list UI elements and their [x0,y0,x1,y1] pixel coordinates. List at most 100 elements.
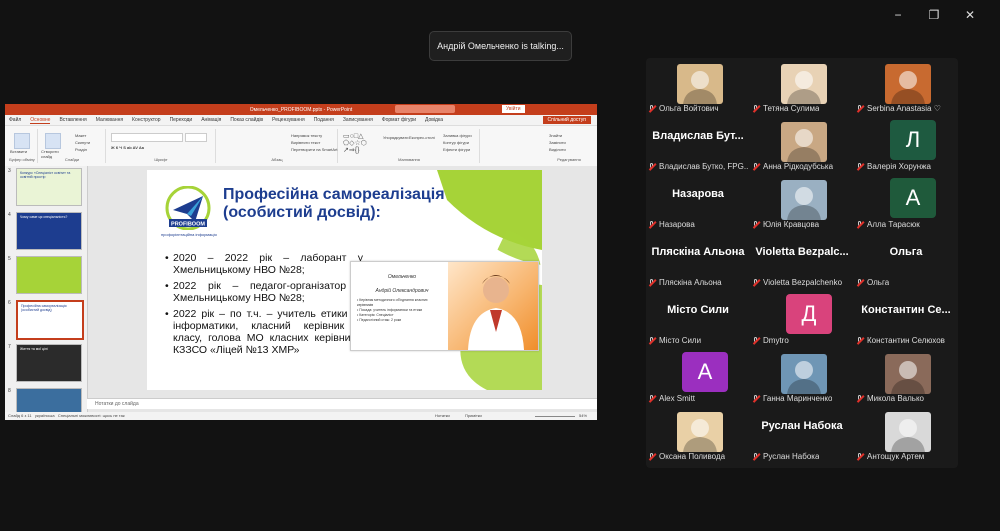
tab-item[interactable]: Переходи [170,117,193,123]
slide-thumbnail[interactable] [16,256,82,294]
participant-name: Антощук Артем [867,452,925,461]
participant-tile[interactable]: Л Валерія Хорунжа [854,116,958,174]
participant-tile[interactable]: Константин Се... Константин Селюхов [854,290,958,348]
participant-tile[interactable]: Serbina Anastasia ♡ [854,58,958,116]
signin-button[interactable]: Увійти [502,105,525,113]
current-slide[interactable]: PROFIBOOM профорієнтаційна інформація Пр… [147,170,542,390]
notes-pane[interactable]: Нотатки до слайда [87,398,597,409]
participant-name-label: Константин Селюхов [856,336,945,345]
slide-thumbnail[interactable]: Чому саме ця спеціальність? [16,212,82,250]
window-controls: − ❐ ✕ [880,6,988,24]
thumbnail-number: 6 [8,300,11,306]
tab-item[interactable]: Довідка [425,117,443,123]
participant-video [677,412,723,452]
editing-label: Редагування [557,157,581,162]
participant-name-label: Руслан Набока [752,452,819,461]
participant-video [885,354,931,394]
participant-tile[interactable]: Назарова Назарова [646,174,750,232]
tab-item[interactable]: Анімація [201,117,221,123]
paste-icon[interactable] [14,133,30,149]
participant-tile[interactable]: Пляскіна Альона Пляскіна Альона [646,232,750,290]
participant-avatar: А [890,178,936,218]
font-family-select[interactable] [111,133,183,142]
arrange-button[interactable]: Упорядкувати [383,135,409,140]
tab-item[interactable]: Рецензування [272,117,305,123]
zoom-level[interactable]: 54% [579,412,587,420]
shapes-gallery[interactable]: ▭○□△ ⬠◇☆⬡ ↗⇒{} [343,133,379,155]
tab-item[interactable]: Конструктор [132,117,161,123]
participant-name-label: Violetta Bezpalchenko [752,278,842,287]
tab-item[interactable]: Файл [9,117,21,123]
participant-tile[interactable]: А Алла Тарасюк [854,174,958,232]
language-indicator[interactable]: українська [35,413,55,418]
section-button[interactable]: Розділ [75,147,87,152]
talking-indicator: Андрій Омельченко is talking... [429,31,572,61]
select-button[interactable]: Виділити [549,147,566,152]
participant-tile[interactable]: А Alex Smitt [646,348,750,406]
tab-item[interactable]: Вставлення [59,117,86,123]
smartart-button[interactable]: Перетворити на SmartArt [291,147,338,152]
shape-effects-button[interactable]: Ефекти фігури [443,147,470,152]
bullet-item: 2022 рік – по т.ч. – учитель етики та ін… [165,308,363,356]
slide-thumbnail[interactable]: Життя та мої цілі [16,344,82,382]
participant-tile[interactable]: Юлія Кравцова [750,174,854,232]
participant-tile[interactable]: Анна Рідкодубська [750,116,854,174]
participant-name: Анна Рідкодубська [763,162,834,171]
participant-tile[interactable]: Ганна Маринченко [750,348,854,406]
logo-caption: профорієнтаційна інформація [161,232,217,237]
zoom-slider[interactable] [535,416,575,417]
accessibility-indicator[interactable]: Спеціальні можливості: щось не так [58,413,125,418]
format-buttons-icon[interactable]: Ж К Ч S ab AV Aa [111,145,144,150]
participant-tile[interactable]: Violetta Bezpalc... Violetta Bezpalchenko [750,232,854,290]
restore-icon[interactable]: ❐ [916,6,952,24]
tab-item[interactable]: Записування [343,117,373,123]
find-button[interactable]: Знайти [549,133,562,138]
slide-thumbnail[interactable]: Конкурс «Спеціаліст освіти» та освітній … [16,168,82,206]
layout-button[interactable]: Макет [75,133,86,138]
text-direction-button[interactable]: Напрямок тексту [291,133,322,138]
participant-tile[interactable]: Владислав Бут... Владислав Бутко, FPG... [646,116,750,174]
mic-muted-icon [856,162,864,171]
tab-item[interactable]: Основне [30,117,51,124]
logo-text: PROFIBOOM [171,222,205,228]
participant-name: Оксана Поливода [659,452,726,461]
participant-name-label: Антощук Артем [856,452,924,461]
participant-tile[interactable]: Оксана Поливода [646,406,750,464]
card-line: • Педагогічний стаж: 2 роки [357,318,402,322]
share-button[interactable]: Спільний доступ [542,116,591,124]
participant-tile[interactable]: Руслан Набока Руслан Набока [750,406,854,464]
participant-name: Константин Селюхов [867,336,945,345]
participant-tile[interactable]: Ольга Войтович [646,58,750,116]
participant-tile[interactable]: Микола Валько [854,348,958,406]
quick-styles-button[interactable]: Експрес-стилі [409,135,435,140]
participant-tile[interactable]: Тетяна Сулима [750,58,854,116]
notes-toggle[interactable]: Нотатки [435,412,450,420]
new-slide-icon[interactable] [45,133,61,149]
participant-tile[interactable]: Д Dmytro [750,290,854,348]
participant-tile[interactable]: Місто Сили Місто Сили [646,290,750,348]
replace-button[interactable]: Замінити [549,140,566,145]
shape-outline-button[interactable]: Контур фігури [443,140,469,145]
slide-thumbnail[interactable]: Професійна самореалізація (особистий дос… [16,300,84,340]
tab-item[interactable]: Показ слайдів [230,117,263,123]
shape-fill-button[interactable]: Заливка фігури [443,133,472,138]
participant-name: Ганна Маринченко [763,394,833,403]
close-icon[interactable]: ✕ [952,6,988,24]
participant-name-label: Назарова [648,220,695,229]
slides-group: Створити слайд Макет Скинути Розділ Слай… [39,129,106,163]
minimize-icon[interactable]: − [880,6,916,24]
comments-toggle[interactable]: Примітки [465,412,482,420]
profile-card: Омельченко Андрій Олександрович • Керівн… [350,261,539,351]
tab-item[interactable]: Подання [314,117,334,123]
participant-tile[interactable]: Ольга Ольга [854,232,958,290]
participant-gallery: Ольга Войтович Тетяна Сулима Serbina Anast… [646,58,958,468]
slide-title: Професійна самореалізація (особистий дос… [223,186,445,221]
align-text-button[interactable]: Вирівняти текст [291,140,320,145]
search-box[interactable] [395,105,455,113]
participant-tile[interactable]: Антощук Артем [854,406,958,464]
tab-item[interactable]: Формат фігури [382,117,416,123]
reset-button[interactable]: Скинути [75,140,90,145]
mic-muted-icon [752,278,760,287]
tab-item[interactable]: Малювання [96,117,123,123]
font-size-select[interactable] [185,133,207,142]
